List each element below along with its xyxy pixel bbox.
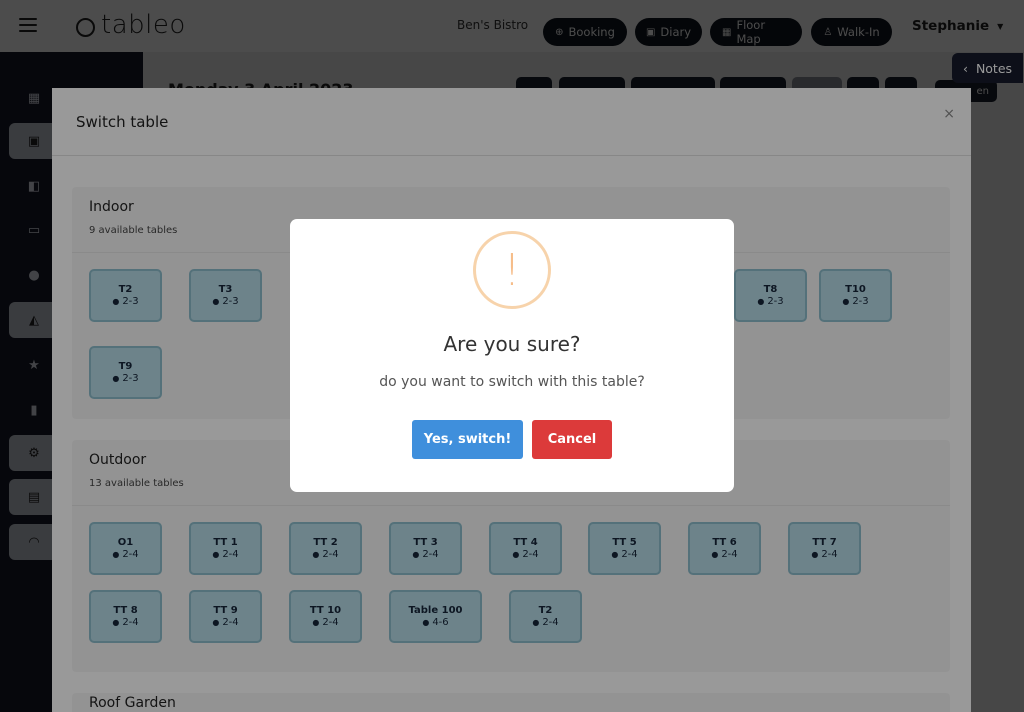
dialog-message: do you want to switch with this table? (379, 374, 645, 390)
confirm-dialog: ! Are you sure? do you want to switch wi… (290, 219, 734, 492)
exclamation-icon: ! (473, 231, 551, 309)
confirm-switch-button[interactable]: Yes, switch! (412, 420, 523, 459)
dialog-title: Are you sure? (443, 332, 581, 356)
cancel-button[interactable]: Cancel (532, 420, 612, 459)
